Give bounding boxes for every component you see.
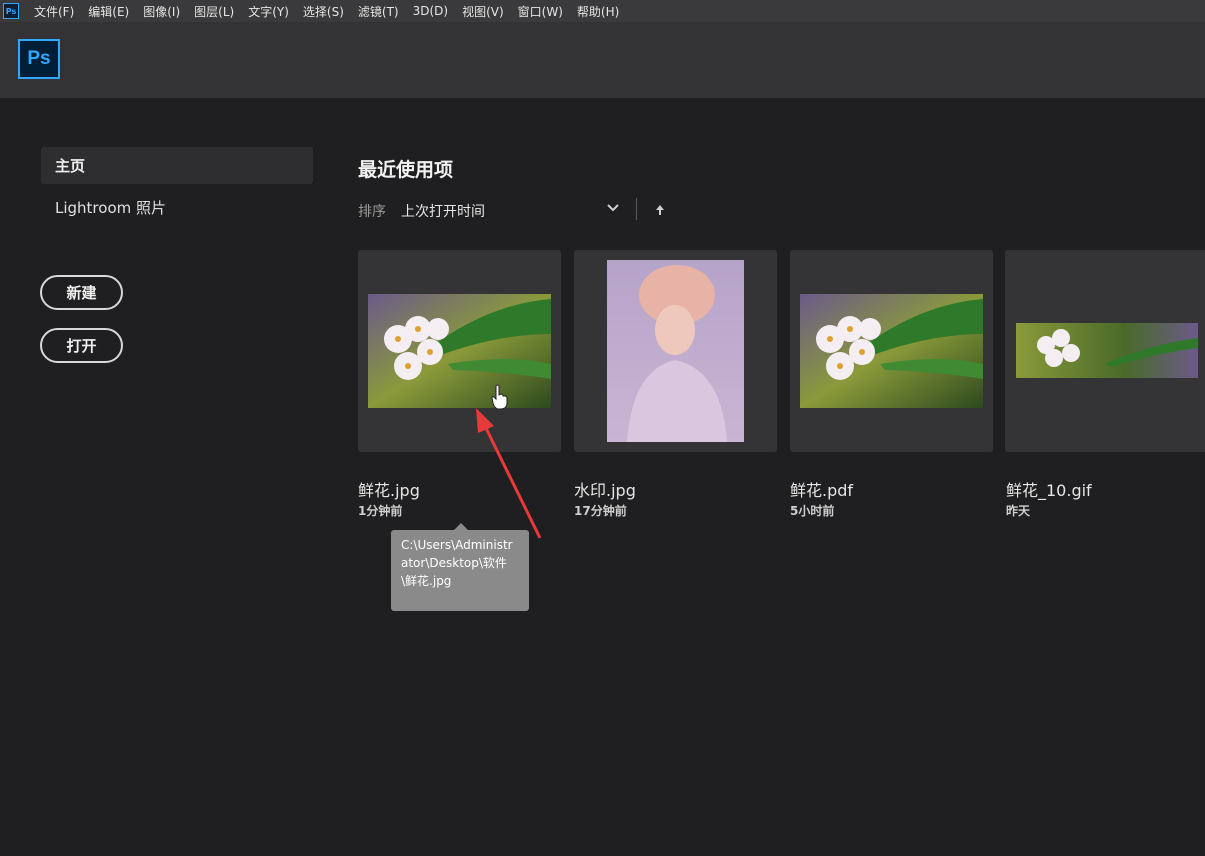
recent-file-card[interactable] bbox=[574, 250, 777, 452]
flower-thumbnail bbox=[800, 294, 983, 408]
photoshop-logo: Ps bbox=[18, 39, 60, 79]
recent-section-title: 最近使用项 bbox=[358, 159, 454, 181]
tooltip-pointer bbox=[454, 523, 468, 530]
menu-select[interactable]: 选择(S) bbox=[303, 3, 344, 20]
menu-3d[interactable]: 3D(D) bbox=[413, 4, 448, 18]
menu-edit[interactable]: 编辑(E) bbox=[88, 3, 129, 20]
annotation-arrow-icon bbox=[476, 408, 542, 539]
sort-dropdown[interactable]: 上次打开时间 bbox=[401, 201, 485, 221]
menu-image[interactable]: 图像(I) bbox=[143, 3, 180, 20]
menu-layer[interactable]: 图层(L) bbox=[194, 3, 234, 20]
file-name[interactable]: 鲜花.jpg bbox=[358, 477, 420, 501]
recent-file-card[interactable] bbox=[1005, 250, 1205, 452]
flower-thumbnail bbox=[368, 294, 551, 408]
file-time: 5小时前 bbox=[790, 504, 835, 518]
app-header: Ps bbox=[0, 22, 1205, 98]
file-name[interactable]: 鲜花.pdf bbox=[790, 477, 853, 501]
menu-view[interactable]: 视图(V) bbox=[462, 3, 504, 20]
ps-app-icon: Ps bbox=[3, 3, 19, 19]
flower-thumbnail bbox=[1016, 323, 1198, 378]
new-button[interactable]: 新建 bbox=[40, 275, 123, 310]
menu-filter[interactable]: 滤镜(T) bbox=[358, 3, 399, 20]
hand-cursor-icon bbox=[491, 384, 508, 410]
portrait-thumbnail bbox=[607, 260, 744, 442]
menu-file[interactable]: 文件(F) bbox=[34, 3, 74, 20]
sort-divider bbox=[636, 198, 637, 220]
menu-help[interactable]: 帮助(H) bbox=[577, 3, 619, 20]
sidebar-item-home[interactable]: 主页 bbox=[41, 147, 313, 184]
menu-type[interactable]: 文字(Y) bbox=[248, 3, 289, 20]
file-time: 17分钟前 bbox=[574, 504, 627, 518]
chevron-down-icon[interactable] bbox=[603, 197, 623, 219]
file-time: 昨天 bbox=[1006, 504, 1031, 518]
file-time: 1分钟前 bbox=[358, 504, 403, 518]
recent-file-card[interactable] bbox=[790, 250, 993, 452]
sidebar-item-lightroom[interactable]: Lightroom 照片 bbox=[41, 189, 313, 226]
menu-window[interactable]: 窗口(W) bbox=[518, 3, 563, 20]
menu-bar: Ps 文件(F) 编辑(E) 图像(I) 图层(L) 文字(Y) 选择(S) 滤… bbox=[0, 0, 1205, 22]
file-name[interactable]: 鲜花_10.gif bbox=[1006, 477, 1092, 501]
sort-label: 排序 bbox=[358, 204, 386, 220]
sort-ascending-icon[interactable] bbox=[650, 200, 670, 220]
open-button[interactable]: 打开 bbox=[40, 328, 123, 363]
file-name[interactable]: 水印.jpg bbox=[574, 477, 636, 501]
